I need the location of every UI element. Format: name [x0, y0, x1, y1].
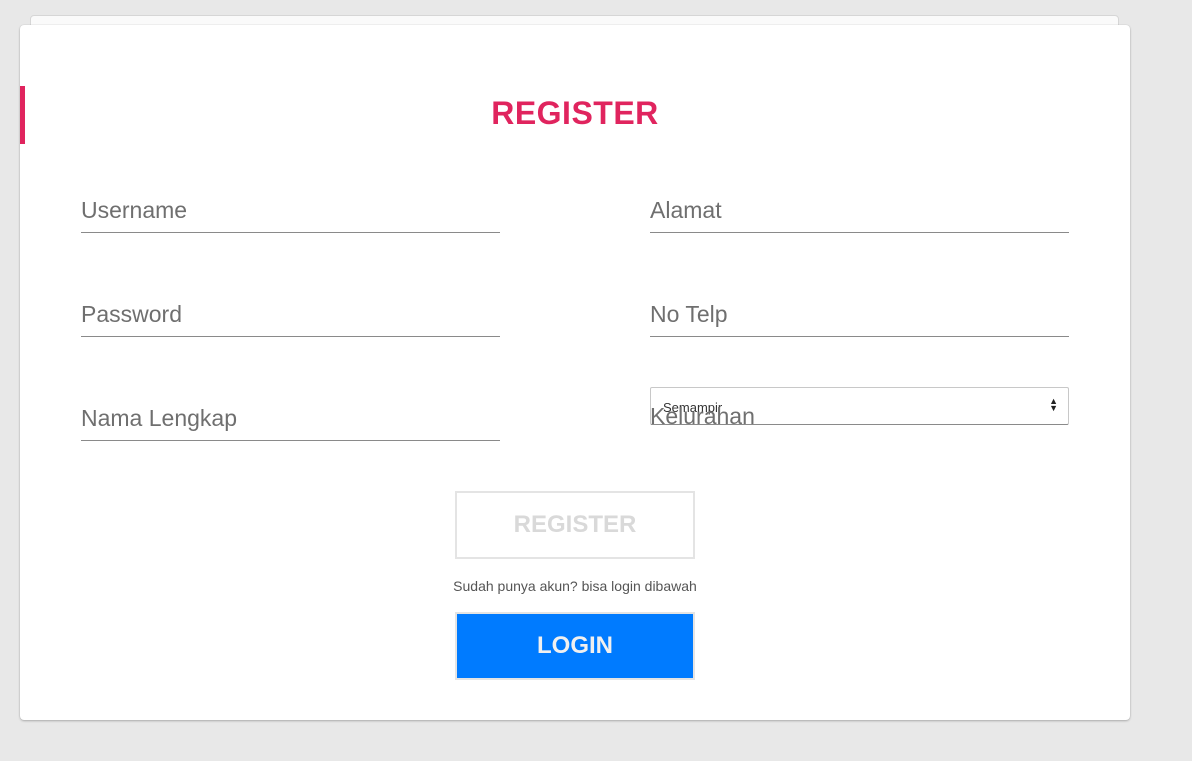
kelurahan-select[interactable]: Semampir ▲ ▼	[650, 387, 1069, 425]
no-telp-input[interactable]	[650, 291, 1073, 338]
login-button[interactable]: LOGIN	[455, 612, 695, 680]
alamat-field[interactable]: Alamat	[650, 187, 1073, 234]
username-field[interactable]: Username	[81, 187, 504, 234]
alamat-input[interactable]	[650, 187, 1073, 234]
password-input[interactable]	[81, 291, 504, 338]
kelurahan-selected-value: Semampir	[663, 400, 723, 415]
login-hint-text: Sudah punya akun? bisa login dibawah	[453, 578, 697, 594]
password-field[interactable]: Password	[81, 291, 504, 338]
nama-lengkap-input[interactable]	[81, 395, 504, 442]
username-input[interactable]	[81, 187, 504, 234]
sort-arrows-icon: ▲ ▼	[1049, 396, 1058, 413]
register-button[interactable]: REGISTER	[455, 491, 695, 559]
no-telp-field[interactable]: No Telp	[650, 291, 1073, 338]
page-title: REGISTER	[491, 95, 659, 131]
register-card: REGISTER Username Password Nama Lengkap …	[20, 25, 1130, 720]
nama-lengkap-field[interactable]: Nama Lengkap	[81, 395, 504, 442]
